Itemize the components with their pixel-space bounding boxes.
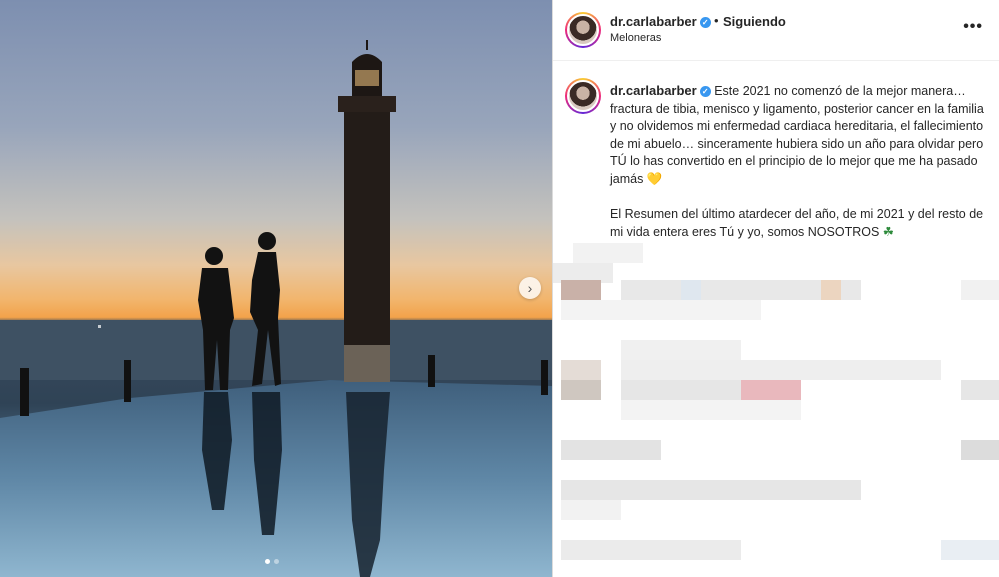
- chevron-right-icon: ›: [527, 280, 533, 296]
- blurred-block: [561, 540, 741, 560]
- post-pillar: [124, 360, 131, 402]
- carousel-dot: [274, 559, 279, 564]
- blurred-block: [741, 380, 801, 400]
- blurred-block: [561, 480, 861, 500]
- blurred-block: [621, 380, 741, 400]
- caption-paragraph-1: Este 2021 no comenzó de la mejor manera……: [610, 84, 984, 186]
- post-pillar: [541, 360, 548, 395]
- post-pillar: [428, 355, 435, 387]
- carousel-dot: [265, 559, 270, 564]
- more-options-icon[interactable]: •••: [963, 18, 983, 36]
- photo-scene: [0, 40, 552, 577]
- blurred-block: [961, 380, 999, 400]
- username-text: dr.carlabarber: [610, 14, 697, 29]
- avatar[interactable]: [565, 12, 601, 48]
- blurred-block: [621, 340, 741, 360]
- caption-avatar[interactable]: [565, 78, 601, 114]
- carousel-next-button[interactable]: ›: [519, 277, 541, 299]
- blurred-block: [941, 540, 999, 560]
- blurred-block: [561, 300, 761, 320]
- blurred-block: [621, 360, 941, 380]
- blurred-block: [821, 280, 841, 300]
- blurred-block: [681, 280, 701, 300]
- caption-paragraph-2: El Resumen del último atardecer del año,…: [610, 207, 984, 239]
- post-pillar: [20, 368, 29, 416]
- verified-badge-icon: ✓: [699, 17, 711, 29]
- caption-username-text: dr.carlabarber: [610, 83, 697, 98]
- blurred-block: [561, 380, 601, 400]
- blurred-block: [961, 440, 999, 460]
- blurred-block: [573, 243, 643, 263]
- yellow-heart-emoji: 💛: [646, 171, 663, 186]
- caption-text: dr.carlabarber ✓ Este 2021 no comenzó de …: [610, 82, 988, 241]
- blurred-block: [961, 280, 999, 300]
- blurred-block: [561, 280, 601, 300]
- carousel-indicator: [265, 559, 279, 564]
- lighthouse: [338, 40, 396, 382]
- username-link[interactable]: dr.carlabarber ✓: [610, 14, 711, 29]
- distant-boat: [98, 325, 101, 328]
- post-header: dr.carlabarber ✓ • Siguiendo Meloneras ••…: [553, 0, 999, 61]
- blurred-block: [621, 400, 801, 420]
- separator-dot: •: [714, 13, 719, 28]
- location-link[interactable]: Meloneras: [610, 32, 661, 44]
- verified-badge-icon: ✓: [699, 86, 711, 98]
- caption-username-link[interactable]: dr.carlabarber ✓: [610, 83, 711, 98]
- blurred-block: [561, 500, 621, 520]
- post-photo[interactable]: ›: [0, 0, 552, 577]
- blurred-block: [561, 440, 661, 460]
- comments-blurred: [553, 235, 999, 577]
- following-button[interactable]: Siguiendo: [723, 14, 786, 29]
- blurred-block: [561, 360, 601, 380]
